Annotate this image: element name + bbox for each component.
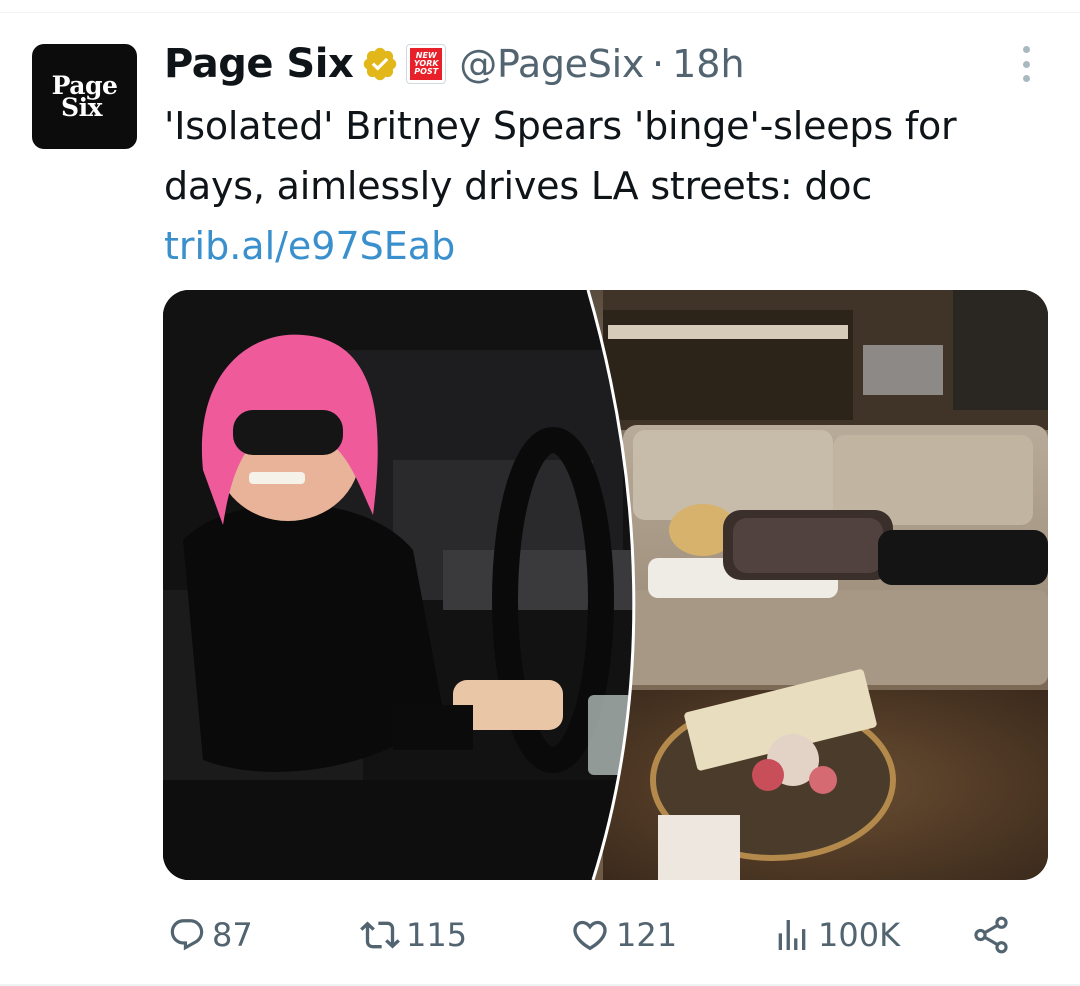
views-icon — [772, 915, 812, 955]
action-bar: 87 115 121 100K — [0, 905, 1080, 965]
timestamp[interactable]: 18h — [672, 42, 744, 86]
tweet-text-line: days, aimlessly drives LA streets: doc — [164, 164, 873, 208]
reply-icon — [168, 916, 206, 954]
affiliate-badge-word: POST — [414, 67, 439, 76]
verified-badge-icon[interactable] — [361, 45, 399, 83]
share-icon — [970, 914, 1012, 956]
handle[interactable]: @PageSix — [459, 42, 644, 86]
media-photo-collage — [163, 290, 1048, 880]
repost-button[interactable]: 115 — [360, 905, 467, 965]
photo-left-car — [163, 290, 634, 880]
views-button[interactable]: 100K — [772, 905, 900, 965]
avatar[interactable]: Page Six — [32, 44, 137, 149]
display-name[interactable]: Page Six — [164, 41, 354, 87]
separator-dot: · — [652, 42, 665, 86]
tweet-header: Page Six NEW YORK POST @PageSix · 18h — [164, 36, 745, 92]
tweet-link[interactable]: trib.al/e97SEab — [164, 216, 455, 276]
top-divider — [0, 12, 1080, 13]
dot — [1022, 60, 1030, 68]
dot — [1022, 75, 1030, 82]
repost-icon — [360, 915, 400, 955]
repost-count: 115 — [406, 916, 468, 954]
tweet-text: 'Isolated' Britney Spears 'binge'-sleeps… — [164, 96, 1044, 216]
affiliate-badge[interactable]: NEW YORK POST — [406, 44, 447, 84]
avatar-line-2: Six — [61, 92, 102, 122]
share-button[interactable] — [970, 905, 1012, 965]
more-dots-icon[interactable] — [1018, 46, 1034, 82]
tweet-text-line: 'Isolated' Britney Spears 'binge'-sleeps… — [164, 104, 957, 148]
reply-button[interactable]: 87 — [168, 905, 253, 965]
like-count: 121 — [616, 916, 678, 954]
dot — [1022, 46, 1030, 53]
reply-count: 87 — [212, 916, 253, 954]
views-count: 100K — [818, 916, 901, 954]
heart-icon — [570, 915, 610, 955]
tweet-media[interactable] — [163, 290, 1048, 880]
like-button[interactable]: 121 — [570, 905, 677, 965]
